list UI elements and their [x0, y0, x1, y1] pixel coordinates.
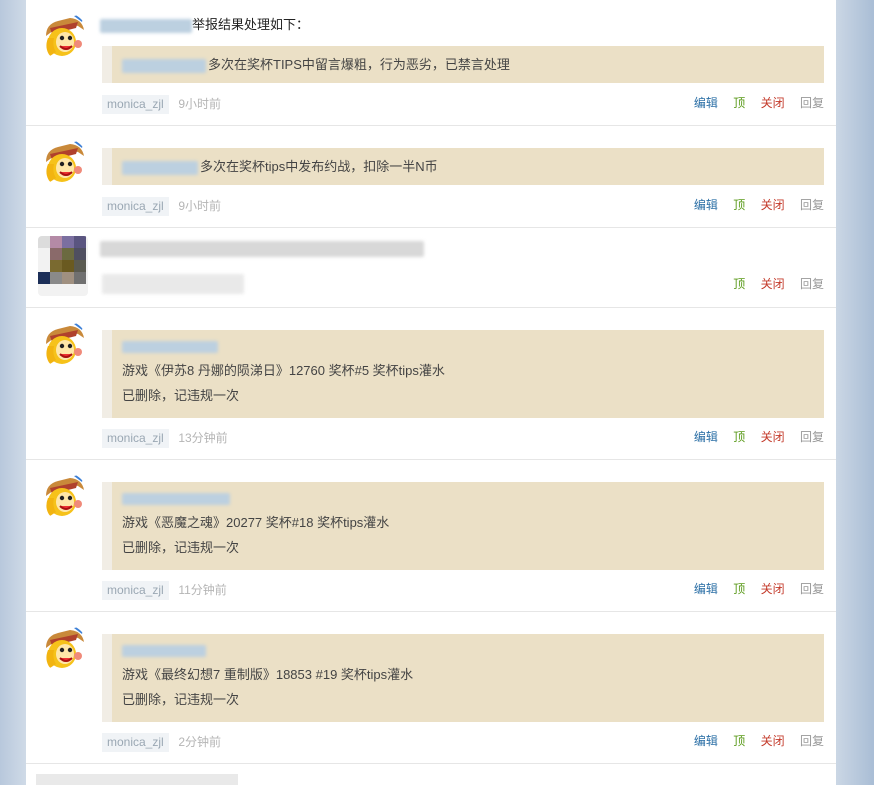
comment-header: 举报结果处理如下： [100, 14, 309, 33]
quote-line: 多次在奖杯TIPS中留言爆粗，行为恶劣，已禁言处理 [122, 52, 814, 77]
quote-line: 游戏《最终幻想7 重制版》18853 #19 奖杯tips灌水 [122, 667, 414, 682]
comment-meta: monica_zjl 9小时前 [102, 196, 222, 216]
comment-feed: 举报结果处理如下： 多次在奖杯TIPS中留言爆粗，行为恶劣，已禁言处理 moni… [26, 0, 836, 785]
quote-line: 已删除，记违规一次 [122, 692, 240, 707]
reply-button[interactable]: 回复 [800, 277, 824, 291]
reply-button[interactable]: 回复 [800, 430, 824, 444]
redacted-username [122, 492, 230, 505]
comment-meta: monica_zjl 9小时前 [102, 94, 222, 114]
reply-button[interactable]: 回复 [800, 582, 824, 596]
comment-meta: monica_zjl 11分钟前 [102, 580, 227, 600]
top-button[interactable]: 顶 [733, 430, 745, 444]
avatar[interactable] [40, 12, 88, 60]
avatar[interactable] [40, 138, 88, 186]
comment-meta: monica_zjl 13分钟前 [102, 428, 228, 448]
reply-button[interactable]: 回复 [800, 198, 824, 212]
author-link[interactable]: monica_zjl [102, 95, 169, 114]
timestamp: 9小时前 [178, 97, 222, 111]
close-button[interactable]: 关闭 [761, 198, 785, 212]
avatar[interactable] [40, 320, 88, 368]
action-bar: 编辑 顶 关闭 回复 [682, 732, 824, 751]
author-link[interactable]: monica_zjl [102, 733, 169, 752]
quote-block: 游戏《伊苏8 丹娜的陨涕日》12760 奖杯#5 奖杯tips灌水 已删除，记违… [102, 330, 824, 418]
comment-meta: monica_zjl 2分钟前 [102, 732, 222, 752]
top-button[interactable]: 顶 [733, 277, 745, 291]
redacted-username [122, 644, 206, 657]
redacted-username [122, 58, 206, 73]
cartoon-avatar-icon [40, 138, 88, 186]
redacted-username [122, 160, 198, 175]
action-bar: 编辑 顶 关闭 回复 [682, 196, 824, 215]
header-text: 举报结果处理如下： [192, 17, 310, 32]
cartoon-avatar-icon [40, 12, 88, 60]
author-link[interactable]: monica_zjl [102, 581, 169, 600]
quote-author [122, 642, 814, 662]
comment-item: 顶 关闭 回复 [26, 228, 836, 308]
close-button[interactable]: 关闭 [761, 582, 785, 596]
redacted-username [122, 340, 218, 353]
quote-line: 多次在奖杯tips中发布约战，扣除一半N币 [122, 154, 814, 179]
redacted-text [102, 274, 244, 294]
close-button[interactable]: 关闭 [761, 277, 785, 291]
top-button[interactable]: 顶 [733, 96, 745, 110]
comment-item: 举报结果处理如下： 多次在奖杯TIPS中留言爆粗，行为恶劣，已禁言处理 moni… [26, 0, 836, 126]
quote-line: 游戏《伊苏8 丹娜的陨涕日》12760 奖杯#5 奖杯tips灌水 [122, 363, 445, 378]
action-bar: 编辑 顶 关闭 回复 [682, 428, 824, 447]
reply-button[interactable]: 回复 [800, 734, 824, 748]
comment-item: 游戏《恶魔之魂》20277 奖杯#18 奖杯tips灌水 已删除，记违规一次 m… [26, 460, 836, 612]
comment-input-bar[interactable] [36, 774, 238, 785]
edit-button[interactable]: 编辑 [694, 734, 718, 748]
action-bar: 编辑 顶 关闭 回复 [682, 580, 824, 599]
avatar[interactable] [40, 472, 88, 520]
author-link[interactable]: monica_zjl [102, 429, 169, 448]
timestamp: 11分钟前 [178, 583, 227, 597]
redacted-username [100, 18, 192, 33]
redacted-meta [102, 274, 244, 294]
quote-text: 多次在奖杯tips中发布约战，扣除一半N币 [200, 159, 438, 174]
edit-button[interactable]: 编辑 [694, 198, 718, 212]
edit-button[interactable]: 编辑 [694, 582, 718, 596]
author-link[interactable]: monica_zjl [102, 197, 169, 216]
action-bar: 编辑 顶 关闭 回复 [682, 94, 824, 113]
close-button[interactable]: 关闭 [761, 734, 785, 748]
quote-block: 游戏《最终幻想7 重制版》18853 #19 奖杯tips灌水 已删除，记违规一… [102, 634, 824, 722]
close-button[interactable]: 关闭 [761, 96, 785, 110]
cartoon-avatar-icon [40, 320, 88, 368]
quote-text: 多次在奖杯TIPS中留言爆粗，行为恶劣，已禁言处理 [208, 57, 510, 72]
redacted-text [100, 240, 424, 257]
pixelated-avatar-icon [38, 236, 88, 296]
avatar[interactable] [38, 236, 88, 296]
cartoon-avatar-icon [40, 624, 88, 672]
redacted-content [100, 240, 424, 257]
cartoon-avatar-icon [40, 472, 88, 520]
quote-author [122, 338, 814, 358]
quote-block: 游戏《恶魔之魂》20277 奖杯#18 奖杯tips灌水 已删除，记违规一次 [102, 482, 824, 570]
timestamp: 2分钟前 [178, 735, 222, 749]
quote-author [122, 490, 814, 510]
edit-button[interactable]: 编辑 [694, 430, 718, 444]
close-button[interactable]: 关闭 [761, 430, 785, 444]
quote-line: 已删除，记违规一次 [122, 388, 240, 403]
timestamp: 9小时前 [178, 199, 222, 213]
top-button[interactable]: 顶 [733, 582, 745, 596]
top-button[interactable]: 顶 [733, 734, 745, 748]
quote-block: 多次在奖杯TIPS中留言爆粗，行为恶劣，已禁言处理 [102, 46, 824, 83]
action-bar: 顶 关闭 回复 [721, 275, 824, 294]
quote-line: 已删除，记违规一次 [122, 540, 240, 555]
quote-block: 多次在奖杯tips中发布约战，扣除一半N币 [102, 148, 824, 185]
comment-item: 游戏《最终幻想7 重制版》18853 #19 奖杯tips灌水 已删除，记违规一… [26, 612, 836, 764]
comment-item: 游戏《伊苏8 丹娜的陨涕日》12760 奖杯#5 奖杯tips灌水 已删除，记违… [26, 308, 836, 460]
reply-button[interactable]: 回复 [800, 96, 824, 110]
avatar[interactable] [40, 624, 88, 672]
quote-line: 游戏《恶魔之魂》20277 奖杯#18 奖杯tips灌水 [122, 515, 390, 530]
comment-item: 多次在奖杯tips中发布约战，扣除一半N币 monica_zjl 9小时前 编辑… [26, 126, 836, 228]
top-button[interactable]: 顶 [733, 198, 745, 212]
edit-button[interactable]: 编辑 [694, 96, 718, 110]
timestamp: 13分钟前 [178, 431, 228, 445]
